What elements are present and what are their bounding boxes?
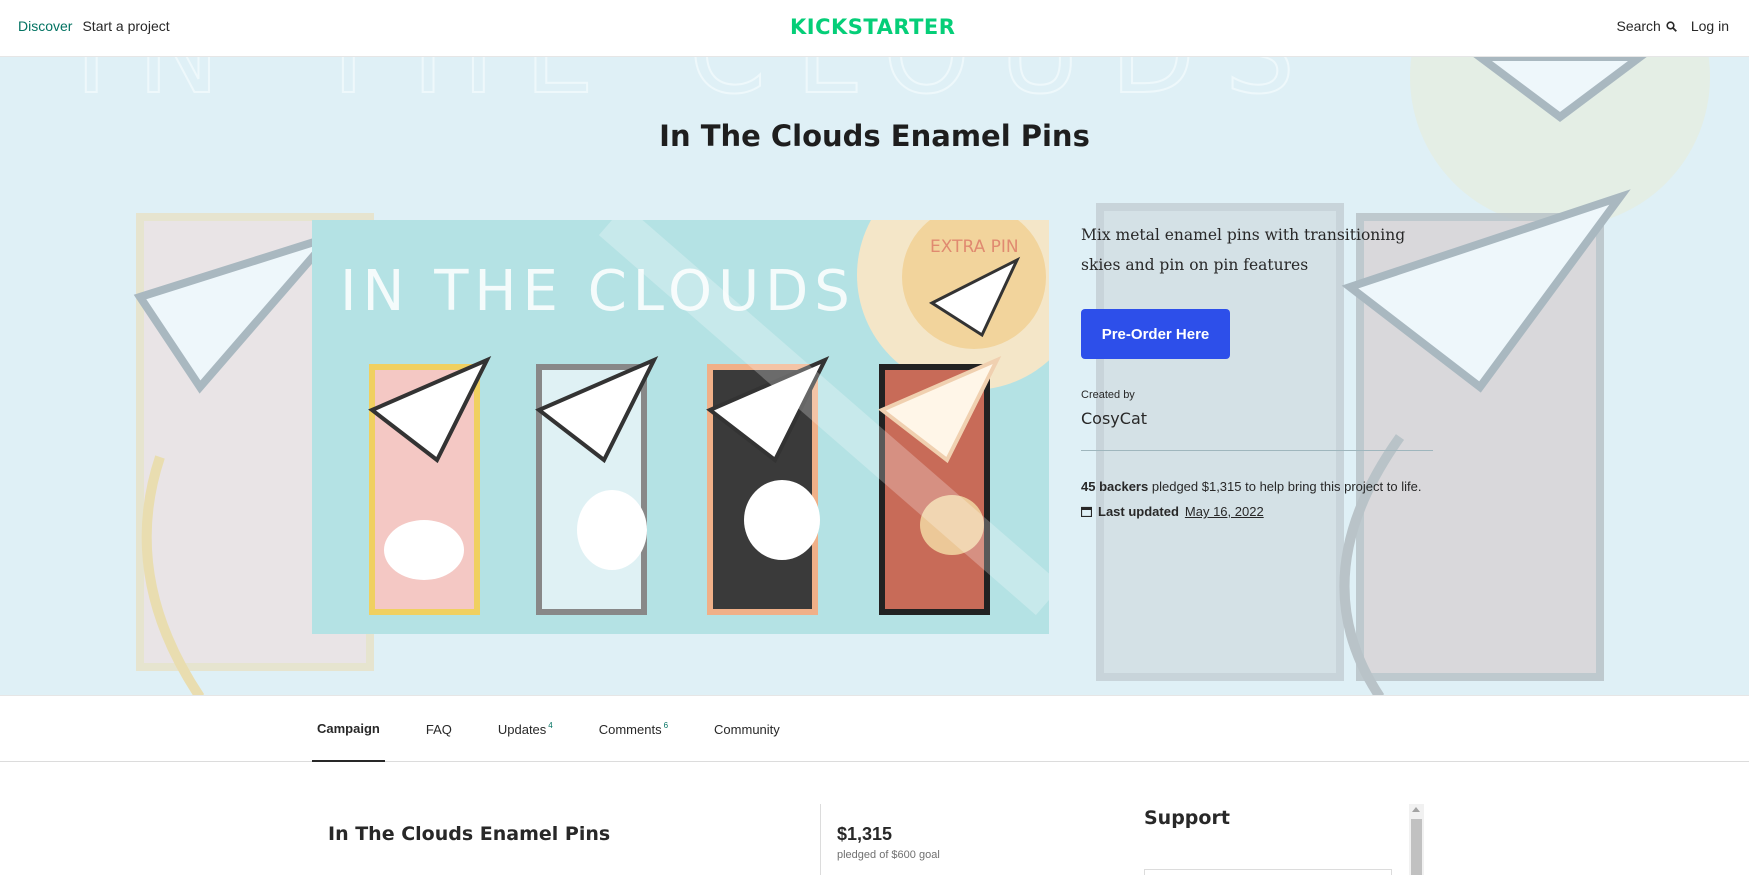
pledged-amount: $1,315 [837,824,893,844]
project-info: Mix metal enamel pins with transitioning… [1081,220,1441,519]
login-link[interactable]: Log in [1691,18,1729,34]
top-nav: Discover Start a project KICKSTARTER Sea… [0,0,1749,57]
project-blurb: Mix metal enamel pins with transitioning… [1081,226,1406,274]
support-card[interactable] [1144,869,1392,875]
nav-left: Discover Start a project [18,18,170,34]
project-title: In The Clouds Enamel Pins [659,119,1090,153]
calendar-icon [1081,506,1092,517]
pins-illustration: IN THE CLOUDS EXTRA PIN [312,220,1049,634]
image-headline: IN THE CLOUDS [340,259,856,324]
support-heading: Support [1144,807,1230,829]
tab-label: Comments [598,721,662,737]
last-updated: Last updated May 16, 2022 [1081,504,1441,519]
pre-order-button[interactable]: Pre-Order Here [1081,309,1230,359]
search-label: Search [1616,18,1661,34]
goal-text: pledged of $600 goal [837,849,940,861]
campaign-title: In The Clouds Enamel Pins [328,823,611,845]
pledged-summary: pledged $1,315 to help bring this projec… [1151,479,1422,494]
nav-right: Search Log in [1616,18,1729,34]
tab-count: 4 [548,720,553,730]
tab-faq[interactable]: FAQ [421,696,457,762]
tab-count: 6 [663,720,669,730]
content-divider [820,804,821,875]
tab-comments[interactable]: Comments 6 [594,696,673,762]
tab-community[interactable]: Community [709,696,785,762]
created-by-label: Created by [1081,389,1135,401]
project-tabs: Campaign FAQ Updates 4 Comments 6 Commun… [0,695,1749,762]
tab-label: Updates [497,721,547,737]
scroll-thumb[interactable] [1411,819,1422,875]
tab-updates[interactable]: Updates 4 [493,696,558,762]
svg-text:IN THE CLOUDS: IN THE CLOUDS [75,57,1325,118]
campaign-content: In The Clouds Enamel Pins $1,315 pledged… [0,762,1749,875]
kickstarter-logo[interactable]: KICKSTARTER [790,15,955,39]
last-updated-date[interactable]: May 16, 2022 [1185,504,1264,519]
backers-count: 45 backers [1081,479,1149,494]
tab-campaign[interactable]: Campaign [312,696,385,762]
last-updated-label: Last updated [1098,504,1179,519]
project-image[interactable]: IN THE CLOUDS EXTRA PIN [312,220,1049,634]
search-button[interactable]: Search [1616,18,1677,34]
scroll-up-arrow-icon[interactable] [1412,807,1420,812]
search-icon [1666,20,1677,32]
support-scrollbar[interactable] [1409,804,1424,875]
tab-label: Community [714,721,780,737]
image-badge: EXTRA PIN [930,237,1019,257]
creator-name[interactable]: CosyCat [1081,409,1441,428]
tab-label: Campaign [317,720,380,736]
start-project-link[interactable]: Start a project [82,18,169,34]
project-hero: IN THE CLOUDS In The Clouds Enamel Pins … [0,57,1749,695]
hero-divider [1081,450,1433,451]
backers-stats: 45 backers pledged $1,315 to help bring … [1081,479,1441,494]
discover-link[interactable]: Discover [18,18,72,34]
tab-label: FAQ [425,721,452,737]
